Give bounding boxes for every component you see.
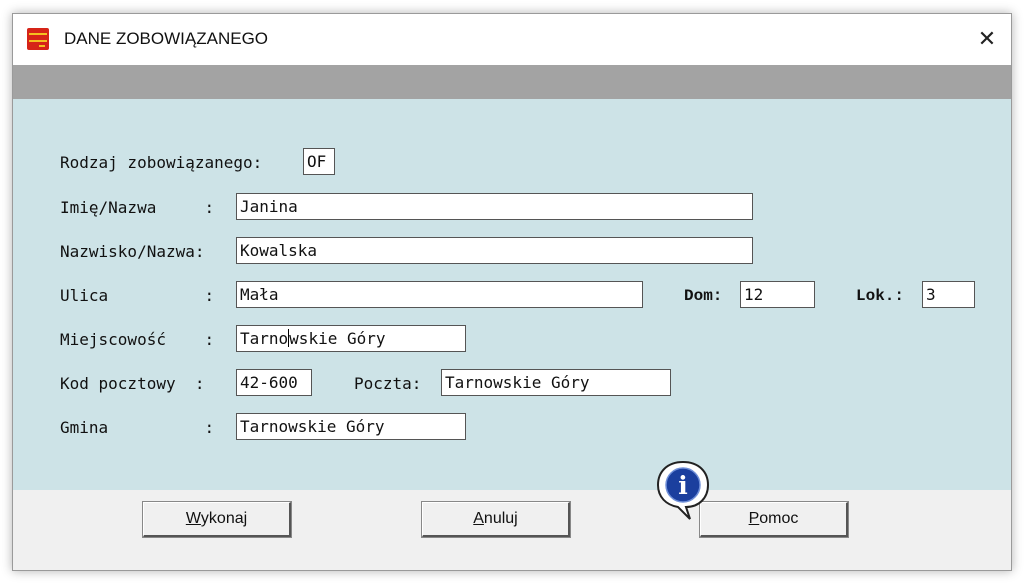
imie-field[interactable]: Janina [236, 193, 753, 220]
pomoc-button[interactable]: Pomoc [699, 501, 849, 538]
header-bar [13, 65, 1011, 99]
miejscowosc-text-before: Tarno [240, 329, 289, 348]
title-bar: DANE ZOBOWIĄZANEGO ✕ [13, 14, 1011, 65]
imie-label: Imię/Nazwa : [60, 198, 215, 217]
rodzaj-label: Rodzaj zobowiązanego: [60, 153, 263, 172]
info-icon[interactable]: i [654, 457, 712, 523]
rodzaj-field[interactable]: OF [303, 148, 335, 175]
ulica-field[interactable]: Mała [236, 281, 643, 308]
app-icon [27, 28, 49, 50]
pomoc-mnemonic: P [748, 510, 760, 527]
kod-field[interactable]: 42-600 [236, 369, 312, 396]
pomoc-label: omoc [759, 510, 799, 527]
anuluj-label: nuluj [483, 510, 518, 527]
anuluj-mnemonic: A [473, 510, 484, 527]
info-glyph: i [678, 471, 688, 500]
dom-label: Dom: [684, 287, 723, 305]
close-button[interactable]: ✕ [963, 14, 1011, 64]
dom-field[interactable]: 12 [740, 281, 815, 308]
lok-label: Lok.: [856, 287, 905, 305]
gmina-field[interactable]: Tarnowskie Góry [236, 413, 466, 440]
wykonaj-mnemonic: W [185, 510, 201, 527]
miejscowosc-label: Miejscowość : [60, 330, 215, 349]
gmina-label: Gmina : [60, 418, 215, 437]
kod-label: Kod pocztowy : [60, 374, 205, 393]
wykonaj-button[interactable]: Wykonaj [142, 501, 292, 538]
poczta-label: Poczta: [354, 374, 422, 393]
ulica-label: Ulica : [60, 286, 215, 305]
nazwisko-field[interactable]: Kowalska [236, 237, 753, 264]
close-icon: ✕ [977, 26, 997, 52]
anuluj-button[interactable]: Anuluj [421, 501, 571, 538]
lok-field[interactable]: 3 [922, 281, 975, 308]
poczta-field[interactable]: Tarnowskie Góry [441, 369, 671, 396]
window-title: DANE ZOBOWIĄZANEGO [64, 29, 269, 48]
wykonaj-label: ykonaj [200, 510, 248, 527]
miejscowosc-text-after: wskie Góry [289, 329, 386, 348]
miejscowosc-field[interactable]: Tarnowskie Góry [236, 325, 466, 352]
nazwisko-label: Nazwisko/Nazwa: [60, 242, 205, 261]
